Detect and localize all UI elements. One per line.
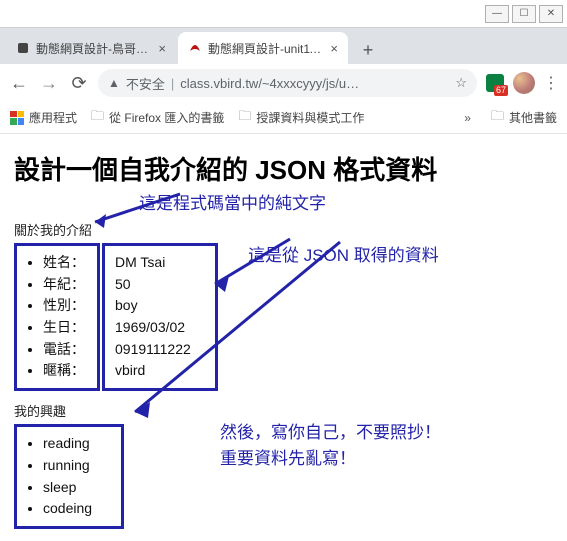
values-box: DM Tsai 50 boy 1969/03/02 0919111222 vbi…: [102, 243, 218, 391]
list-item: 生日：: [43, 317, 87, 339]
list-item: 暱稱：: [43, 360, 87, 382]
hobby-box: reading running sleep codeing: [14, 424, 124, 529]
list-item: codeing: [43, 498, 111, 520]
bookmark-overflow-button[interactable]: »: [464, 111, 471, 125]
tab-title: 動態網頁設計-鳥哥設…: [36, 40, 152, 57]
bookmark-label: 授課資料與模式工作: [256, 109, 364, 126]
insecure-label: 不安全: [126, 74, 165, 93]
bookmark-label: 應用程式: [29, 109, 77, 126]
bookmark-label: 從 Firefox 匯入的書籤: [109, 109, 224, 126]
folder-icon: 🗀: [91, 107, 104, 129]
page-title: 設計一個自我介紹的 JSON 格式資料: [14, 150, 553, 187]
browser-toolbar: ← → ⟳ ▲ 不安全 | class.vbird.tw/~4xxxcyyy/j…: [0, 64, 567, 102]
list-item: reading: [43, 433, 111, 455]
favicon-icon: [188, 41, 202, 55]
bookmark-star-icon[interactable]: ☆: [455, 75, 467, 91]
list-item: 1969/03/02: [115, 317, 205, 339]
new-tab-button[interactable]: +: [354, 36, 382, 64]
list-item: 姓名：: [43, 252, 87, 274]
list-item: 50: [115, 274, 205, 296]
favicon-icon: [16, 41, 30, 55]
browser-tab[interactable]: 動態網頁設計-鳥哥設… ×: [6, 32, 176, 64]
address-bar[interactable]: ▲ 不安全 | class.vbird.tw/~4xxxcyyy/js/u… ☆: [98, 69, 477, 97]
window-maximize-button[interactable]: ☐: [512, 5, 536, 23]
section-label-about: 關於我的介紹: [14, 220, 553, 239]
keys-box: 姓名： 年紀： 性別： 生日： 電話： 暱稱：: [14, 243, 100, 391]
url-text: class.vbird.tw/~4xxxcyyy/js/u…: [180, 76, 449, 91]
extension-badge: 67: [494, 85, 508, 96]
profile-avatar[interactable]: [513, 72, 535, 94]
annotation-line: 重要資料先亂寫！: [220, 449, 356, 468]
list-item: running: [43, 455, 111, 477]
list-item: 性別：: [43, 295, 87, 317]
reload-button[interactable]: ⟳: [68, 73, 90, 94]
window-minimize-button[interactable]: —: [485, 5, 509, 23]
annotation-static-text: 這是程式碼當中的純文字: [139, 189, 553, 214]
list-item: vbird: [115, 360, 205, 382]
insecure-icon: ▲: [108, 76, 120, 90]
list-item: 0919111222: [115, 339, 205, 361]
list-item: sleep: [43, 477, 111, 499]
annotation-instructions: 然後，寫你自己，不要照抄！ 重要資料先亂寫！: [220, 420, 441, 471]
back-button[interactable]: ←: [8, 73, 30, 94]
bookmark-folder[interactable]: 🗀 其他書籤: [491, 107, 557, 129]
tab-title: 動態網頁設計-unit11-1…: [208, 40, 324, 57]
tab-close-icon[interactable]: ×: [330, 41, 338, 56]
window-close-button[interactable]: ✕: [539, 5, 563, 23]
bookmark-label: 其他書籤: [509, 109, 557, 126]
section-label-hobby: 我的興趣: [14, 401, 553, 420]
apps-icon: [10, 111, 24, 125]
bookmark-apps[interactable]: 應用程式: [10, 109, 77, 126]
folder-icon: 🗀: [238, 107, 251, 129]
bookmark-folder[interactable]: 🗀 授課資料與模式工作: [238, 107, 364, 129]
window-titlebar: — ☐ ✕: [0, 0, 567, 28]
bookmarks-bar: 應用程式 🗀 從 Firefox 匯入的書籤 🗀 授課資料與模式工作 » 🗀 其…: [0, 102, 567, 134]
forward-button[interactable]: →: [38, 73, 60, 94]
folder-icon: 🗀: [491, 107, 504, 129]
tab-close-icon[interactable]: ×: [158, 41, 166, 56]
extension-icon[interactable]: 67: [485, 73, 505, 93]
page-content: 設計一個自我介紹的 JSON 格式資料 這是程式碼當中的純文字 關於我的介紹 姓…: [0, 134, 567, 541]
browser-tab-active[interactable]: 動態網頁設計-unit11-1… ×: [178, 32, 348, 64]
list-item: DM Tsai: [115, 252, 205, 274]
annotation-line: 然後，寫你自己，不要照抄！: [220, 423, 441, 442]
bookmark-folder[interactable]: 🗀 從 Firefox 匯入的書籤: [91, 107, 224, 129]
browser-menu-button[interactable]: ⋮: [543, 73, 559, 93]
list-item: boy: [115, 295, 205, 317]
annotation-json-data: 這是從 JSON 取得的資料: [248, 241, 553, 266]
list-item: 年紀：: [43, 274, 87, 296]
browser-tabstrip: 動態網頁設計-鳥哥設… × 動態網頁設計-unit11-1… × +: [0, 28, 567, 64]
list-item: 電話：: [43, 339, 87, 361]
